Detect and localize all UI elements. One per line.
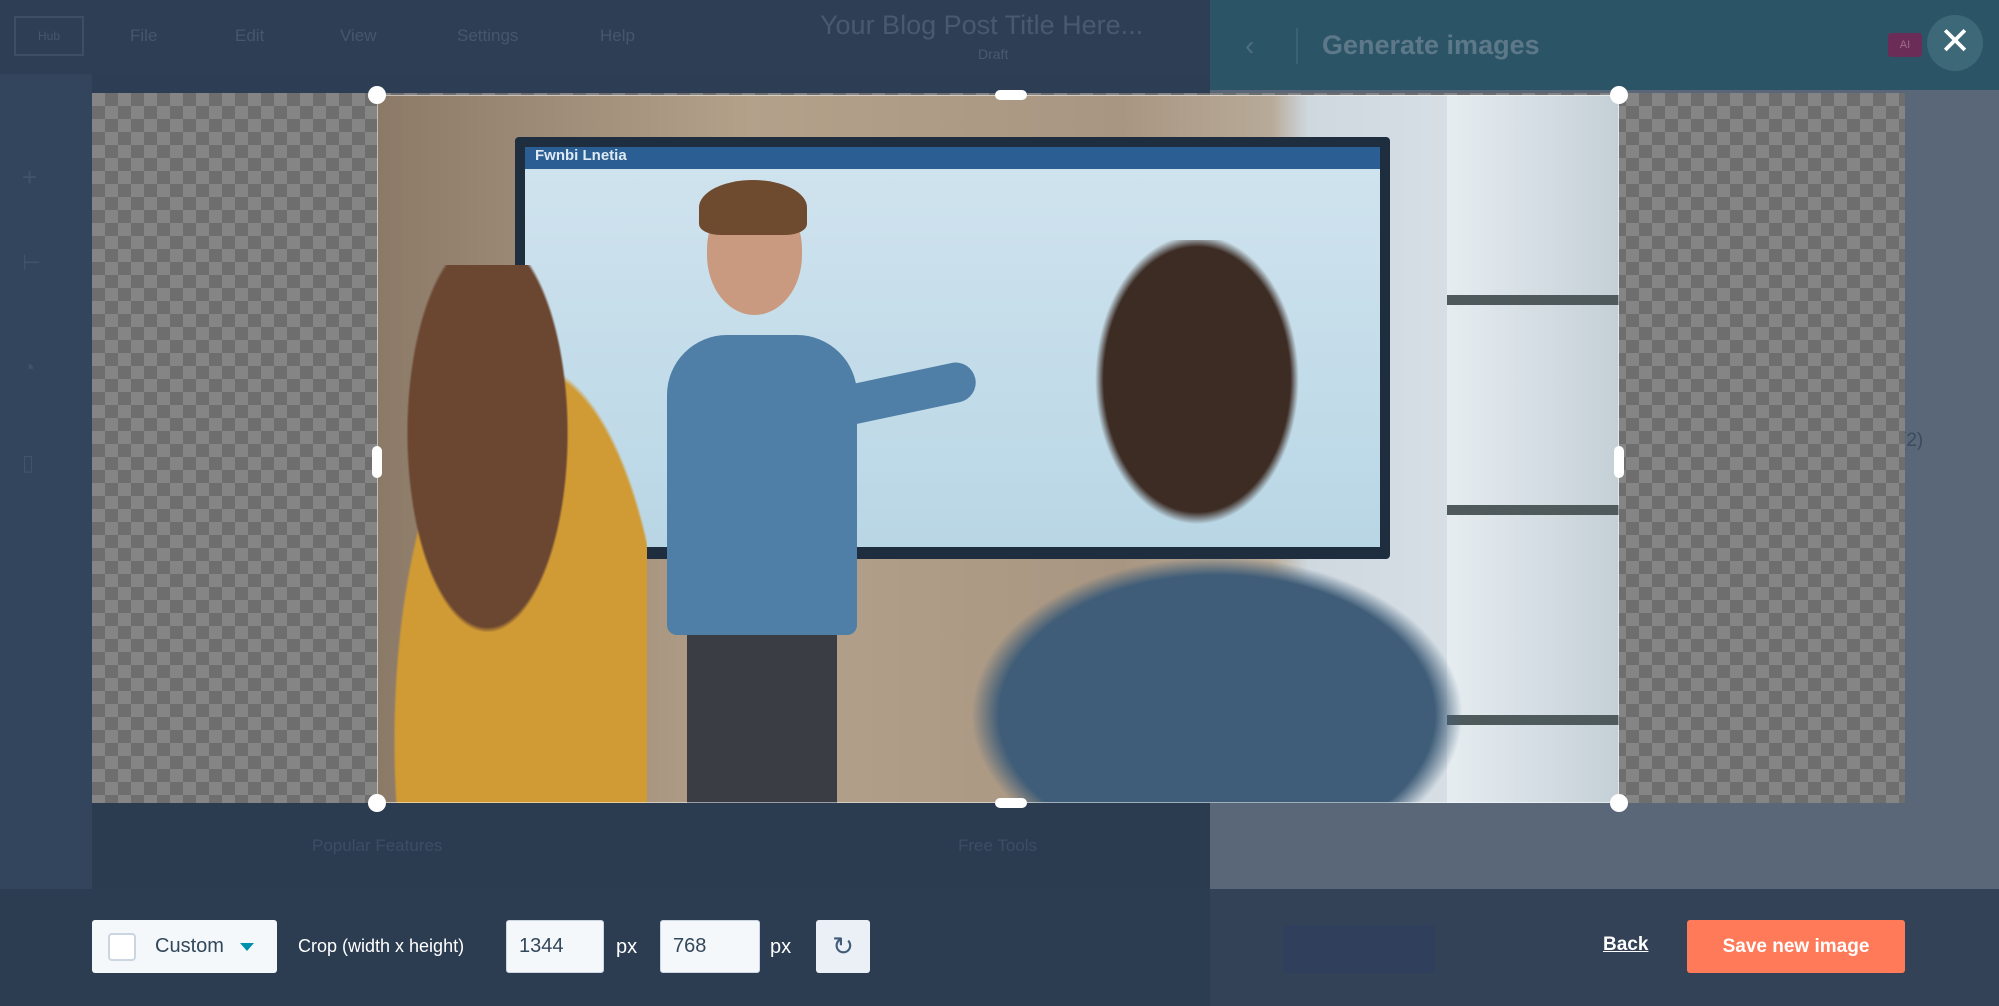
editor-footer [92, 803, 1210, 889]
crop-handle-top[interactable] [995, 90, 1027, 100]
crop-width-input[interactable] [506, 920, 604, 973]
document-icon[interactable]: ▯ [22, 450, 34, 476]
close-icon: ✕ [1939, 21, 1971, 63]
aspect-ratio-icon [108, 933, 136, 961]
blog-title: Your Blog Post Title Here... [820, 10, 1144, 40]
chevron-left-icon[interactable]: ‹ [1245, 30, 1254, 62]
menu-view[interactable]: View [340, 26, 377, 46]
crop-handle-bottom-left[interactable] [368, 794, 386, 812]
panel-title: Generate images [1322, 30, 1540, 60]
crop-handle-top-left[interactable] [368, 86, 386, 104]
crop-handle-right[interactable] [1614, 446, 1624, 478]
reset-crop-button[interactable]: ↻ [816, 920, 870, 973]
menu-edit[interactable]: Edit [235, 26, 264, 46]
crop-handle-bottom[interactable] [995, 798, 1027, 808]
optimize-icon[interactable]: ◔ [22, 355, 35, 381]
crop-height-input[interactable] [660, 920, 760, 973]
menu-file[interactable]: File [130, 26, 157, 46]
aspect-ratio-select[interactable]: Custom [92, 920, 277, 973]
close-button[interactable]: ✕ [1927, 15, 1983, 71]
ai-badge: AI [1888, 33, 1922, 57]
back-link[interactable]: Back [1603, 934, 1648, 956]
aspect-ratio-value: Custom [155, 935, 224, 957]
width-unit: px [616, 936, 638, 958]
caret-down-icon [240, 943, 254, 951]
add-icon[interactable]: + [22, 162, 37, 193]
menu-help[interactable]: Help [600, 26, 635, 46]
draft-status: Draft [978, 46, 1009, 62]
structure-icon[interactable]: ⊢ [22, 250, 41, 276]
editor-left-rail [0, 74, 92, 889]
crop-handle-left[interactable] [372, 446, 382, 478]
footer-popular-features: Popular Features [312, 836, 443, 855]
refresh-icon: ↻ [832, 931, 854, 961]
save-new-image-button[interactable]: Save new image [1687, 920, 1905, 973]
panel-footer-button [1283, 925, 1435, 973]
crop-handle-bottom-right[interactable] [1610, 794, 1628, 812]
crop-handle-top-right[interactable] [1610, 86, 1628, 104]
footer-free-tools: Free Tools [958, 836, 1038, 855]
crop-dimensions-label: Crop (width x height) [298, 936, 465, 956]
crop-frame[interactable] [377, 95, 1619, 803]
header-divider [1296, 28, 1298, 64]
editor-logo[interactable]: Hub [14, 16, 84, 56]
height-unit: px [770, 936, 792, 958]
menu-settings[interactable]: Settings [457, 26, 518, 46]
